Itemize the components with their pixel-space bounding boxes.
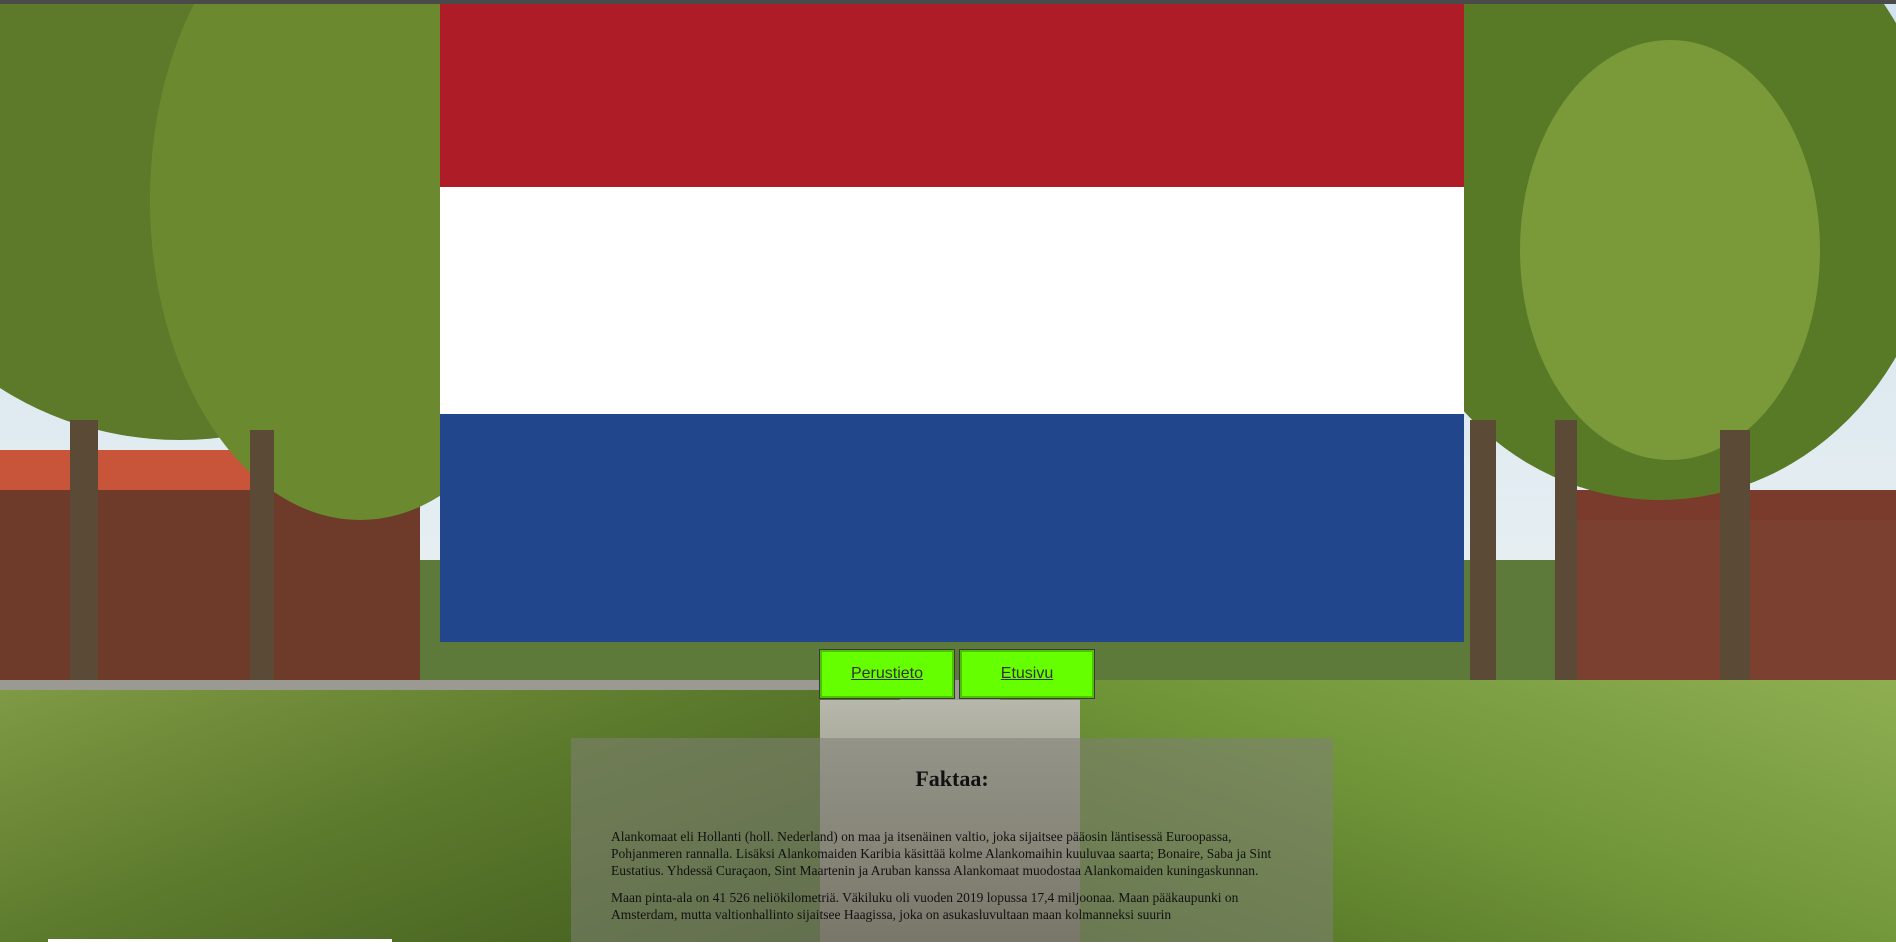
netherlands-flag-image bbox=[440, 4, 1464, 642]
facts-title: Faktaa: bbox=[915, 766, 989, 791]
main-nav: Perustieto Etusivu bbox=[819, 649, 1095, 699]
facts-panel: Faktaa: Alankomaat eli Hollanti (holl. N… bbox=[571, 738, 1333, 942]
browser-top-edge bbox=[0, 0, 1896, 4]
facts-paragraph-2: Maan pinta-ala on 41 526 neliökilometriä… bbox=[611, 890, 1239, 922]
flag-blue-stripe bbox=[440, 414, 1464, 642]
flag-white-stripe bbox=[440, 187, 1464, 414]
facts-paragraph-1: Alankomaat eli Hollanti (holl. Nederland… bbox=[611, 829, 1272, 878]
flag-red-stripe bbox=[440, 4, 1464, 187]
nav-link-perustieto[interactable]: Perustieto bbox=[819, 649, 955, 699]
nav-link-etusivu[interactable]: Etusivu bbox=[959, 649, 1095, 699]
